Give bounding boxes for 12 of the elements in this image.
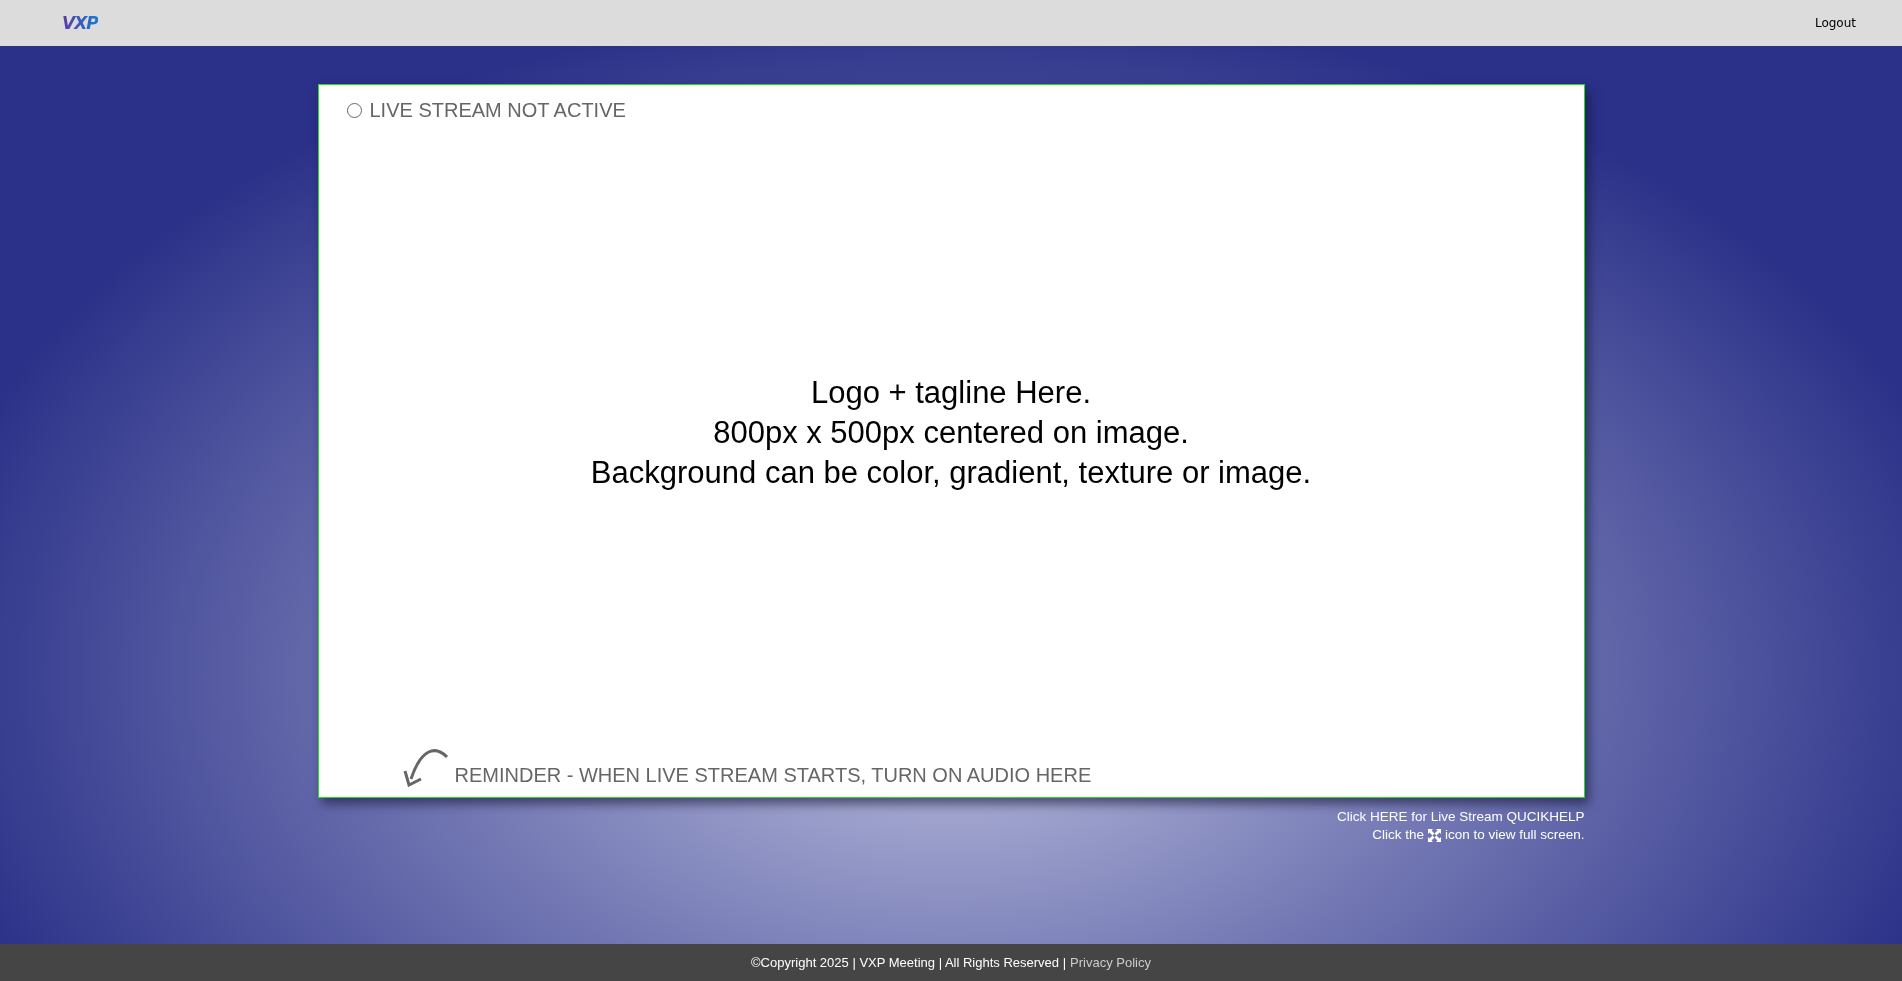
copyright-text: ©Copyright 2025 | VXP Meeting | All Rights Reserved | (751, 955, 1067, 970)
privacy-policy-link[interactable]: Privacy Policy (1070, 955, 1151, 970)
placeholder-text: 800px x 500px centered on image. (713, 413, 1189, 452)
placeholder-text: Background can be color, gradient, texture or image. (590, 453, 1312, 492)
placeholder-text: Logo + tagline Here. (810, 373, 1092, 412)
help-text: Click the (1372, 826, 1424, 844)
audio-reminder: REMINDER - WHEN LIVE STREAM STARTS, TURN ON AUDIO HERE (454, 764, 1092, 787)
fullscreen-icon (1427, 828, 1441, 842)
stream-status: LIVE STREAM NOT ACTIVE (369, 99, 626, 122)
logout-link[interactable]: Logout (1814, 16, 1856, 30)
help-text: icon to view full screen. (1444, 826, 1585, 844)
quickhelp-link[interactable]: Click HERE for Live Stream QUCIKHELP (1336, 808, 1585, 826)
